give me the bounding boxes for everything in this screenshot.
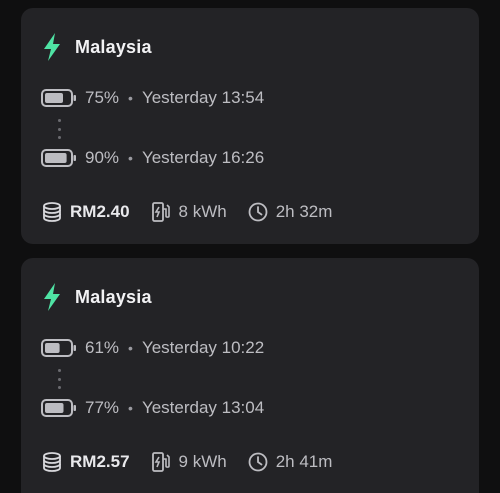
end-percent: 90% [85, 148, 120, 167]
timeline-connector [56, 369, 62, 389]
energy-stat: 9 kWh [150, 451, 227, 473]
ev-charger-icon [151, 452, 170, 472]
battery-icon [41, 399, 76, 417]
cost-stat: RM2.40 [41, 201, 130, 223]
end-charge-row: 90% • Yesterday 16:26 [41, 146, 264, 170]
location-label: Malaysia [75, 36, 152, 57]
session-header: Malaysia [41, 282, 152, 312]
separator-dot: • [128, 340, 133, 356]
lightning-bolt-icon [44, 33, 60, 61]
start-charge-row: 61% • Yesterday 10:22 [41, 336, 264, 360]
start-charge-row: 75% • Yesterday 13:54 [41, 86, 264, 110]
duration-stat: 2h 41m [247, 451, 333, 473]
energy-value: 9 kWh [178, 452, 227, 471]
coins-icon [43, 202, 61, 222]
session-stats: RM2.57 9 kWh 2h 41m [41, 450, 352, 474]
session-stats: RM2.40 8 kWh 2h 32m [41, 200, 352, 224]
start-time: Yesterday 10:22 [141, 338, 265, 357]
lightning-bolt-icon [44, 283, 60, 311]
coins-icon [43, 452, 61, 472]
clock-icon [248, 202, 268, 222]
charging-history-list: Malaysia 75% • Yesterday 13:54 90% • Yes… [0, 0, 500, 493]
end-charge-row: 77% • Yesterday 13:04 [41, 396, 264, 420]
start-percent: 75% [85, 88, 120, 107]
separator-dot: • [128, 400, 133, 416]
clock-icon [248, 452, 268, 472]
start-time: Yesterday 13:54 [141, 88, 265, 107]
duration-stat: 2h 32m [247, 201, 333, 223]
battery-icon [41, 339, 76, 357]
energy-stat: 8 kWh [150, 201, 227, 223]
cost-value: RM2.40 [70, 202, 130, 221]
charging-session-card[interactable]: Malaysia 75% • Yesterday 13:54 90% • Yes… [21, 8, 479, 244]
end-time: Yesterday 16:26 [141, 148, 265, 167]
separator-dot: • [128, 150, 133, 166]
session-header: Malaysia [41, 32, 152, 62]
end-time: Yesterday 13:04 [141, 398, 265, 417]
location-label: Malaysia [75, 286, 152, 307]
charging-session-card[interactable]: Malaysia 61% • Yesterday 10:22 77% • Yes… [21, 258, 479, 493]
timeline-connector [56, 119, 62, 139]
duration-value: 2h 32m [275, 202, 333, 221]
cost-stat: RM2.57 [41, 451, 130, 473]
start-percent: 61% [85, 338, 120, 357]
battery-icon [41, 149, 76, 167]
end-percent: 77% [85, 398, 120, 417]
ev-charger-icon [151, 202, 170, 222]
battery-icon [41, 89, 76, 107]
energy-value: 8 kWh [178, 202, 227, 221]
separator-dot: • [128, 90, 133, 106]
duration-value: 2h 41m [275, 452, 333, 471]
cost-value: RM2.57 [70, 452, 130, 471]
